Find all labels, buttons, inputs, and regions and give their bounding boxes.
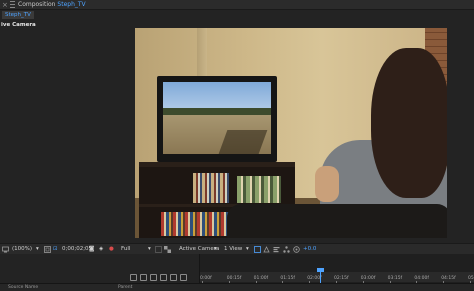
region-of-interest-icon[interactable] (155, 246, 162, 253)
exposure-reset-icon[interactable] (293, 246, 300, 253)
shelf-top (139, 162, 295, 167)
tv-screen (163, 82, 271, 154)
books-upper-right (237, 176, 281, 203)
comp-mini-flowchart-icon[interactable] (130, 274, 137, 281)
panel-comp-name[interactable]: Steph_TV (57, 1, 85, 8)
viewer-toolbar: (100%) ▾ ⊡ 0;00;02;05 ◙ ◈ ● Full ▾ Activ… (0, 243, 474, 254)
leather-chair (227, 204, 447, 238)
draft-3d-icon[interactable] (140, 274, 147, 281)
books-upper-left (193, 173, 229, 203)
comp-tab-row: Steph_TV (0, 10, 474, 19)
comp-frame-image[interactable] (135, 28, 447, 238)
timeline-column-header: Source Name Parent (0, 283, 474, 291)
person-hair (371, 48, 447, 198)
books-lower (161, 212, 231, 236)
timeline-icon[interactable] (273, 246, 280, 253)
tab-steph-tv[interactable]: Steph_TV (2, 11, 34, 19)
fast-previews-icon[interactable] (263, 246, 270, 253)
ruler-tick-label: 05:00f (468, 276, 474, 281)
panel-title-prefix: Composition (18, 1, 56, 8)
always-preview-icon[interactable] (2, 246, 9, 253)
composition-viewer[interactable]: ive Camera (0, 19, 474, 243)
active-camera-label: ive Camera (1, 22, 36, 28)
person-arm (315, 166, 339, 202)
motion-blur-icon[interactable] (170, 274, 177, 281)
timeline-panel: 0:00f 00:15f 01:00f 01:15f 02:00f 02:15f 03:00… (0, 254, 474, 291)
transparency-grid-icon[interactable] (164, 246, 171, 253)
close-icon[interactable]: × (2, 0, 8, 10)
panel-menu-icon[interactable] (10, 1, 15, 8)
safe-margins-icon[interactable] (44, 246, 51, 253)
graph-editor-icon[interactable] (180, 274, 187, 281)
tv-set (157, 76, 277, 167)
composition-panel-header: × Composition Steph_TV (0, 0, 474, 10)
column-header-parent[interactable]: Parent (118, 284, 132, 291)
toggle-pixel-aspect-icon[interactable] (254, 246, 261, 253)
flowchart-icon[interactable] (283, 246, 290, 253)
panel-title: Composition Steph_TV (18, 0, 86, 10)
hide-shy-icon[interactable] (150, 274, 157, 281)
frame-blending-icon[interactable] (160, 274, 167, 281)
column-header-source[interactable]: Source Name (8, 284, 38, 291)
